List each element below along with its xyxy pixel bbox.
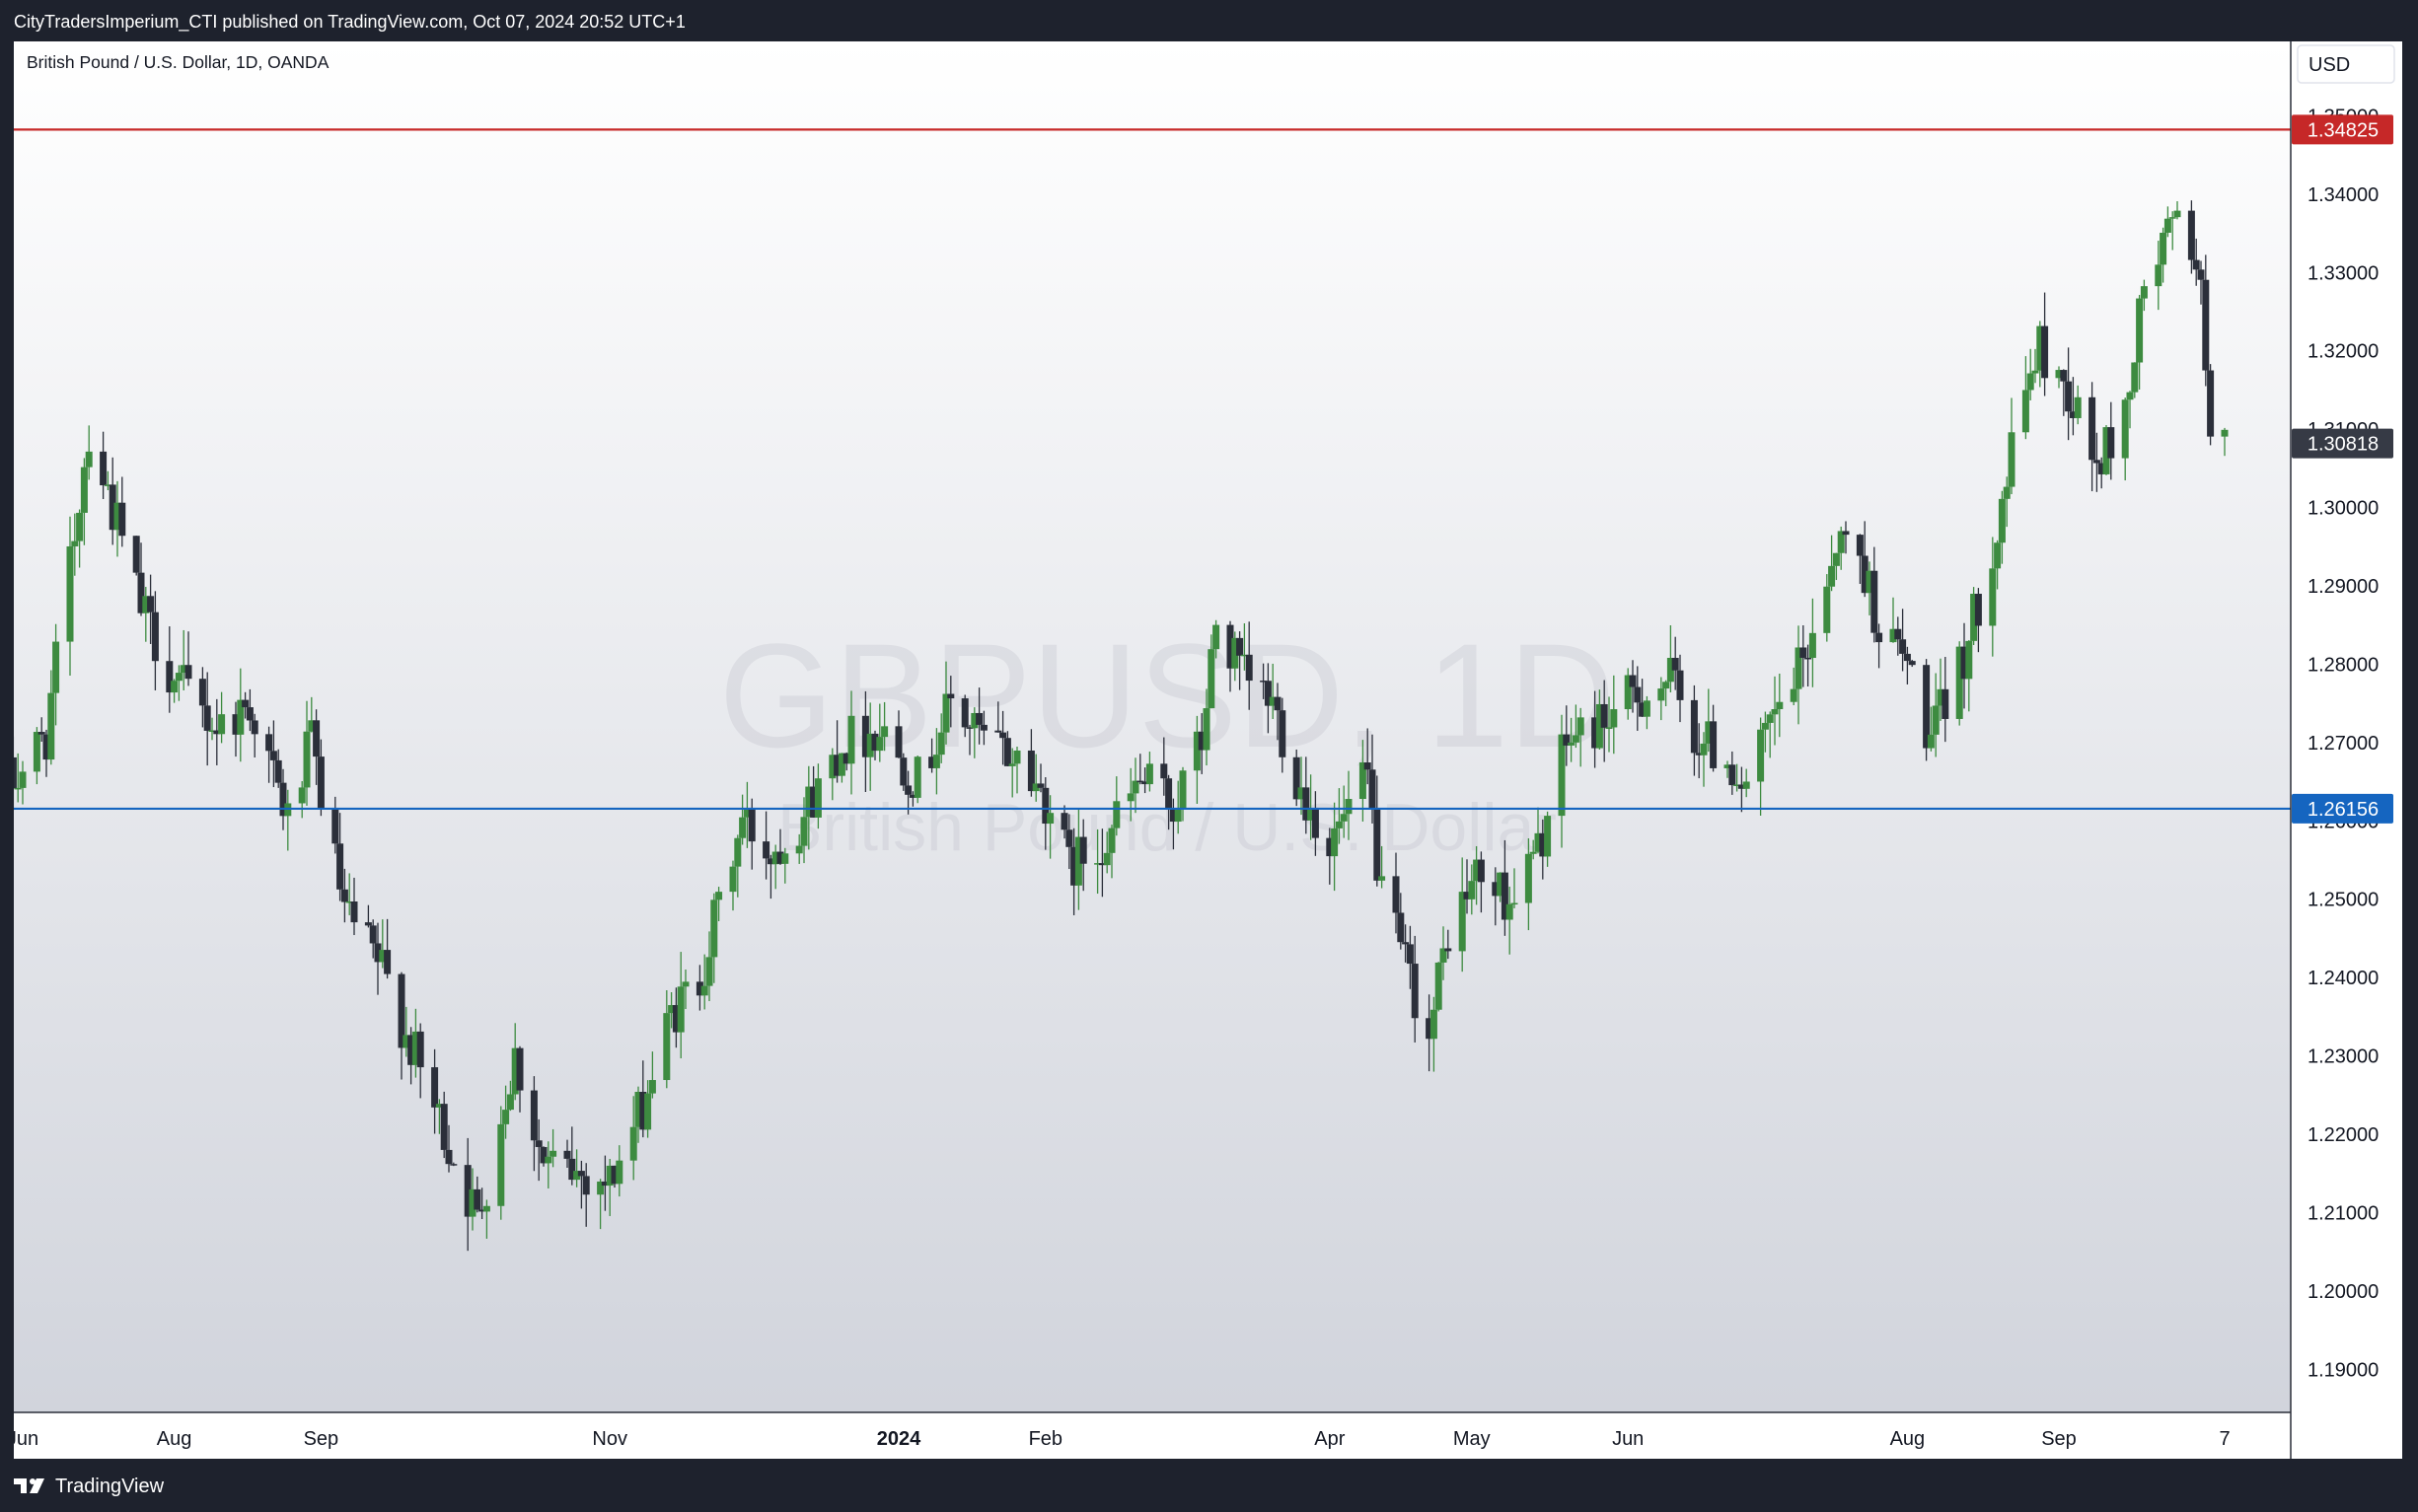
time-tick-label: Sep	[304, 1428, 339, 1450]
price-tick-label: 1.30000	[2308, 498, 2379, 520]
candle	[1434, 962, 1442, 1012]
time-tick-label: Feb	[1029, 1428, 1062, 1450]
time-tick-label: Aug	[1890, 1428, 1926, 1450]
price-tick-label: 1.33000	[2308, 262, 2379, 284]
resistance-price-badge: 1.34825	[2292, 114, 2393, 145]
chart-frame: GBPUSD, 1D British Pound / U.S. Dollar 1…	[14, 41, 2402, 1459]
price-tick-label: 1.24000	[2308, 968, 2379, 989]
price-tick-label: 1.28000	[2308, 654, 2379, 676]
price-tick-label: 1.23000	[2308, 1046, 2379, 1068]
publisher-line: CityTradersImperium_CTI published on Tra…	[14, 12, 686, 32]
price-chart[interactable]: GBPUSD, 1D British Pound / U.S. Dollar 1…	[14, 41, 2402, 1459]
time-tick-label: Apr	[1314, 1428, 1345, 1450]
price-tick-label: 1.27000	[2308, 733, 2379, 755]
time-tick-label: Sep	[2041, 1428, 2077, 1450]
publisher-bar: CityTradersImperium_CTI published on Tra…	[0, 0, 2418, 41]
time-tick-label: Jun	[14, 1428, 38, 1450]
svg-text:1.34825: 1.34825	[2308, 119, 2379, 141]
currency-button-label: USD	[2308, 54, 2350, 76]
svg-text:1.30818: 1.30818	[2308, 434, 2379, 456]
candle	[914, 756, 921, 804]
price-tick-label: 1.34000	[2308, 184, 2379, 206]
last-price-badge: 1.30818	[2292, 428, 2393, 459]
symbol-legend[interactable]: British Pound / U.S. Dollar, 1D, OANDA	[27, 52, 330, 72]
footer-bar: TradingView	[0, 1459, 2418, 1512]
support-price-badge: 1.26156	[2292, 793, 2393, 824]
currency-button[interactable]: USD	[2297, 44, 2395, 84]
time-axis-background	[14, 1412, 2291, 1459]
price-tick-label: 1.19000	[2308, 1359, 2379, 1381]
time-tick-label: 2024	[877, 1428, 921, 1450]
time-tick-label: Nov	[592, 1428, 627, 1450]
time-tick-label: May	[1453, 1428, 1491, 1450]
time-tick-label: 7	[2219, 1428, 2230, 1450]
time-tick-label: Jun	[1612, 1428, 1644, 1450]
price-tick-label: 1.29000	[2308, 576, 2379, 598]
tradingview-logo[interactable]: TradingView	[14, 1475, 164, 1498]
price-tick-label: 1.21000	[2308, 1202, 2379, 1224]
price-tick-label: 1.32000	[2308, 341, 2379, 363]
candle	[900, 753, 908, 791]
footer-brand: TradingView	[55, 1475, 165, 1497]
svg-text:1.26156: 1.26156	[2308, 799, 2379, 821]
price-tick-label: 1.22000	[2308, 1124, 2379, 1146]
price-tick-label: 1.25000	[2308, 890, 2379, 911]
candle	[132, 536, 140, 576]
price-tick-label: 1.20000	[2308, 1281, 2379, 1303]
candle	[2207, 364, 2215, 446]
tradingview-logo-icon	[14, 1476, 49, 1496]
time-tick-label: Aug	[157, 1428, 192, 1450]
